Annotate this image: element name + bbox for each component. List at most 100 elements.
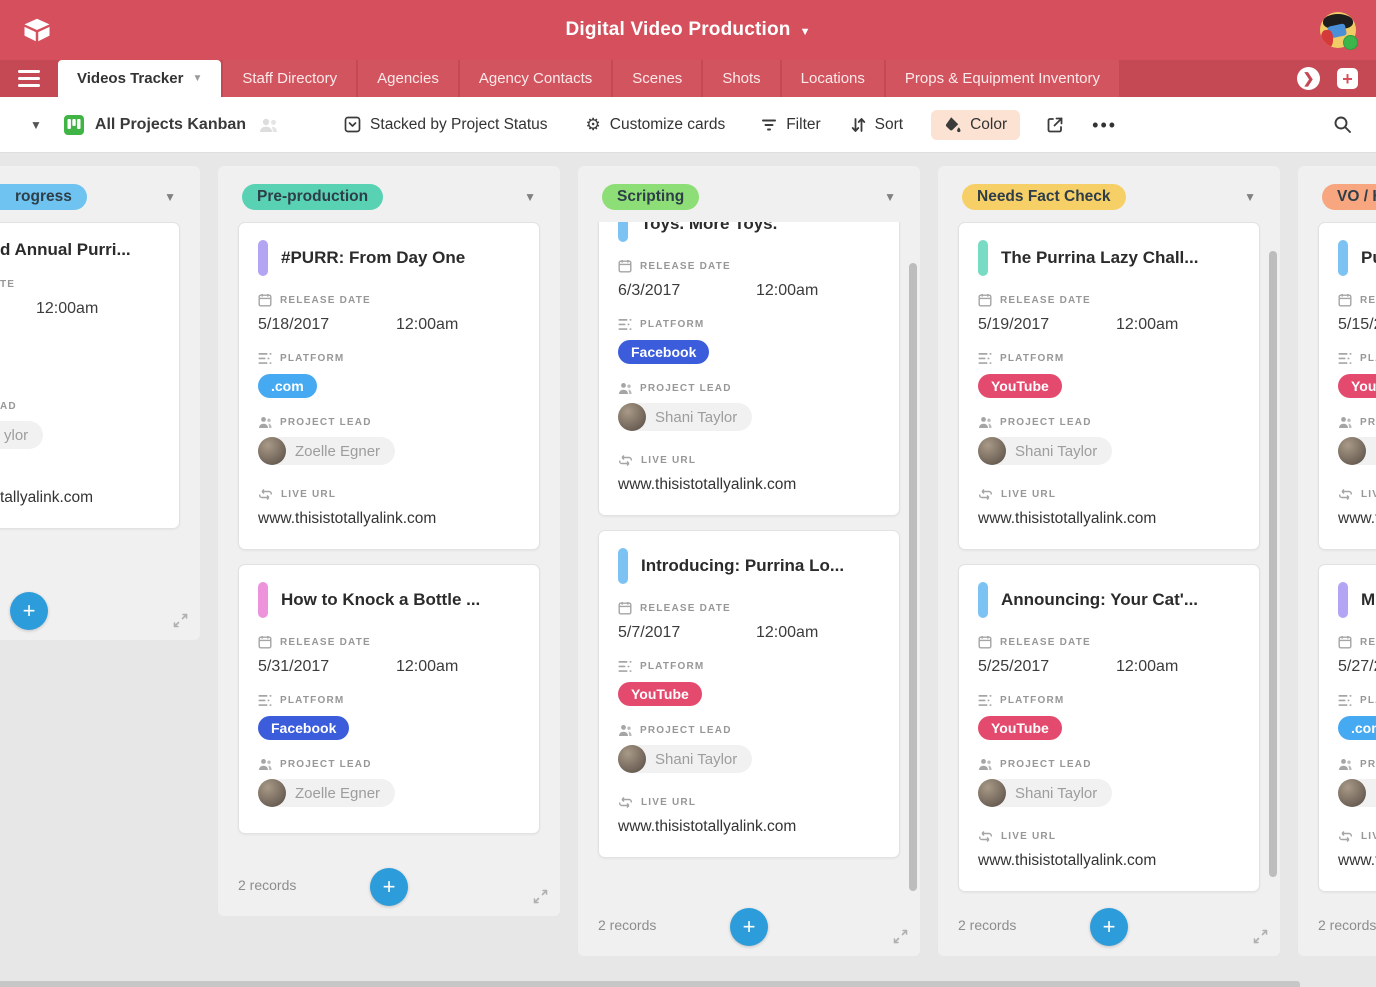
- platform-pill: YouTube: [978, 374, 1062, 398]
- view-sidebar-caret-icon[interactable]: ▼: [30, 118, 42, 132]
- column-scrollbar[interactable]: [909, 263, 917, 891]
- column-menu-caret-icon[interactable]: ▼: [164, 190, 176, 204]
- tab-staff-directory[interactable]: Staff Directory: [223, 60, 356, 97]
- calendar-icon: [618, 259, 632, 273]
- stacked-by-button[interactable]: Stacked by Project Status: [344, 116, 547, 134]
- base-title-wrap[interactable]: Digital Video Production ▼: [0, 0, 1376, 60]
- share-view-icon[interactable]: [1046, 116, 1064, 134]
- record-card[interactable]: Announcing: Your Cat'...RELEASE DATE5/25…: [958, 564, 1260, 892]
- platform-pill: .com: [258, 374, 317, 398]
- sort-icon: [851, 117, 866, 133]
- field-label-text: PROJECT LEAD: [1360, 417, 1376, 428]
- date-value: 6/3/2017: [618, 282, 756, 300]
- lead-name: Zoelle Egner: [295, 785, 380, 802]
- field-label-text: RELEASE DATE: [640, 603, 731, 614]
- record-card[interactable]: The Purrina Lazy Chall...RELEASE DATE5/1…: [958, 222, 1260, 550]
- kanban-board: rogress▼d Annual Purri...TE12:00am ADylo…: [0, 153, 1376, 987]
- record-card[interactable]: Toys. More Toys.RELEASE DATE6/3/201712:0…: [598, 222, 900, 516]
- column-footer: 2 records+: [218, 858, 560, 916]
- expand-column-icon[interactable]: [1253, 929, 1268, 944]
- record-card[interactable]: MRELEASE DATE5/27/2017PLATFORM.comPROJEC…: [1318, 564, 1376, 892]
- person-icon: [258, 416, 272, 429]
- release-date-value: 5/31/201712:00am: [258, 658, 520, 676]
- sort-label: Sort: [875, 116, 903, 134]
- tab-props-equipment-inventory[interactable]: Props & Equipment Inventory: [886, 60, 1119, 97]
- project-lead-chip: Shani Taylor: [978, 437, 1112, 465]
- add-table-icon[interactable]: +: [1337, 68, 1358, 89]
- link-icon: [618, 454, 633, 467]
- color-button[interactable]: Color: [931, 110, 1020, 140]
- tab-videos-tracker[interactable]: Videos Tracker▼: [58, 60, 221, 97]
- column-header: VO / H: [1298, 166, 1376, 222]
- card-title-row: Pu: [1338, 240, 1376, 276]
- kanban-column: rogress▼d Annual Purri...TE12:00am ADylo…: [0, 166, 200, 640]
- field-label-text: LIVE URL: [1001, 831, 1056, 842]
- platform-pill: .com: [1338, 716, 1376, 740]
- tab-locations[interactable]: Locations: [782, 60, 884, 97]
- tab-agency-contacts[interactable]: Agency Contacts: [460, 60, 611, 97]
- tab-agencies[interactable]: Agencies: [358, 60, 458, 97]
- kanban-view-icon: [64, 115, 84, 135]
- record-card[interactable]: PuRELEASE DATE5/15/2017PLATFORMYouTubePR…: [1318, 222, 1376, 550]
- field-label: PROJECT LEAD: [978, 415, 1240, 429]
- lead-name: Shani Taylor: [655, 409, 737, 426]
- add-record-button[interactable]: +: [10, 592, 48, 630]
- filter-icon: [761, 118, 777, 132]
- search-icon[interactable]: [1333, 115, 1352, 134]
- expand-column-icon[interactable]: [533, 889, 548, 904]
- card-title: #PURR: From Day One: [281, 248, 465, 268]
- tab-shots[interactable]: Shots: [703, 60, 779, 97]
- card-title-row: Toys. More Toys.: [618, 222, 880, 242]
- add-record-button[interactable]: +: [370, 868, 408, 906]
- field-label: PLATFORM: [978, 693, 1240, 707]
- record-card[interactable]: How to Knock a Bottle ... RELEASE DATE 5/3…: [238, 564, 540, 834]
- field-label: TE: [0, 277, 160, 291]
- card-title: Announcing: Your Cat'...: [1001, 590, 1198, 610]
- calendar-icon: [1338, 635, 1352, 649]
- expand-column-icon[interactable]: [893, 929, 908, 944]
- more-options-icon[interactable]: •••: [1092, 120, 1117, 130]
- expand-column-icon[interactable]: [173, 613, 188, 628]
- column-cards: PuRELEASE DATE5/15/2017PLATFORMYouTubePR…: [1298, 222, 1376, 898]
- column-menu-caret-icon[interactable]: ▼: [1244, 190, 1256, 204]
- card-color-bar: [978, 240, 988, 276]
- field-label-text: PROJECT LEAD: [1360, 759, 1376, 770]
- record-card[interactable]: Introducing: Purrina Lo...RELEASE DATE5/…: [598, 530, 900, 858]
- filter-button[interactable]: Filter: [761, 116, 820, 134]
- multiselect-list-icon: [1338, 694, 1352, 707]
- column-cards: d Annual Purri...TE12:00am ADylortallyal…: [0, 222, 200, 582]
- card-title-row: How to Knock a Bottle ...: [258, 582, 520, 618]
- add-record-button[interactable]: +: [730, 908, 768, 946]
- view-name[interactable]: All Projects Kanban: [95, 116, 246, 134]
- tab-scenes[interactable]: Scenes: [613, 60, 701, 97]
- card-color-bar: [618, 222, 628, 242]
- link-icon: [978, 830, 993, 843]
- column-status-badge: Needs Fact Check: [962, 184, 1126, 210]
- card-title: d Annual Purri...: [0, 240, 131, 260]
- column-menu-caret-icon[interactable]: ▼: [884, 190, 896, 204]
- field-label-text: PROJECT LEAD: [1000, 417, 1092, 428]
- multiselect-list-icon: [618, 318, 632, 331]
- customize-cards-button[interactable]: ⚙ Customize cards: [586, 116, 726, 134]
- record-card[interactable]: #PURR: From Day OneRELEASE DATE5/18/2017…: [238, 222, 540, 550]
- field-label: PROJECT LEAD: [978, 757, 1240, 771]
- field-label-text: PROJECT LEAD: [280, 759, 372, 770]
- menu-icon[interactable]: [0, 60, 58, 97]
- user-avatar[interactable]: [1320, 12, 1356, 48]
- record-card[interactable]: d Annual Purri...TE12:00am ADylortallyal…: [0, 222, 180, 529]
- field-label-text: PLATFORM: [280, 353, 344, 364]
- tab-label: Staff Directory: [242, 70, 337, 87]
- tabs-scroll-right-icon[interactable]: ❯: [1297, 67, 1320, 90]
- lead-name: Shani Taylor: [1015, 785, 1097, 802]
- column-scrollbar[interactable]: [1269, 251, 1277, 877]
- sort-button[interactable]: Sort: [851, 116, 903, 134]
- add-record-button[interactable]: +: [1090, 908, 1128, 946]
- platform-pill: Facebook: [618, 340, 709, 364]
- tab-label: Videos Tracker: [77, 60, 183, 97]
- card-color-bar: [258, 240, 268, 276]
- horizontal-scrollbar[interactable]: [0, 981, 1300, 987]
- record-count: 2 records: [1318, 917, 1376, 933]
- column-menu-caret-icon[interactable]: ▼: [524, 190, 536, 204]
- field-label-text: RELEASE DATE: [280, 637, 371, 648]
- field-label-text: PLATFORM: [280, 695, 344, 706]
